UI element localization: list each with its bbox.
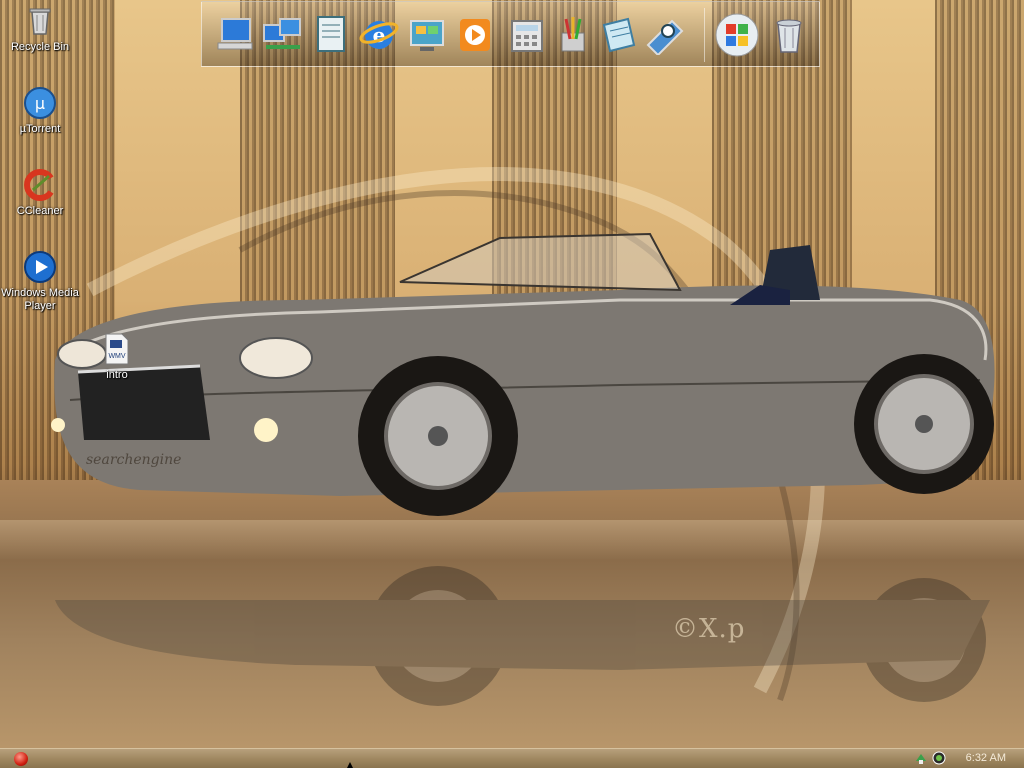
wmv-file-icon: WMV <box>105 333 129 365</box>
calculator-icon <box>511 20 543 52</box>
dock-item-search[interactable] <box>642 12 688 58</box>
dock-item-internet-explorer[interactable]: e <box>356 12 402 58</box>
desktop-icon-label: CCleaner <box>16 205 64 217</box>
windows-media-player-icon <box>24 251 56 283</box>
desktop-icon-utorrent[interactable]: µ µTorrent <box>1 86 79 136</box>
trash-icon <box>776 19 802 53</box>
file-type-badge: WMV <box>108 353 125 360</box>
computer-icon <box>217 18 253 50</box>
network-icon <box>263 18 301 49</box>
ccleaner-icon <box>24 169 54 201</box>
dock-item-paint[interactable] <box>550 12 596 58</box>
desktop-icon-label: intro <box>106 369 128 381</box>
wallpaper-plate-text: searchengine <box>86 452 182 468</box>
dock-item-my-computer[interactable] <box>212 12 258 58</box>
media-player-icon <box>460 19 490 51</box>
desktop-icon-label: µTorrent <box>19 123 61 135</box>
network-tray-icon[interactable] <box>914 751 928 765</box>
desktop-icon-ccleaner[interactable]: CCleaner <box>1 168 79 218</box>
dock-item-recycle-bin[interactable] <box>766 12 812 58</box>
windows-logo-icon <box>715 13 759 57</box>
desktop-icon-intro-file[interactable]: WMV intro <box>78 332 156 382</box>
paint-icon <box>561 17 585 52</box>
taskbar-clock[interactable]: 6:32 AM <box>966 752 1006 764</box>
desktop-icon-windows-media-player[interactable]: Windows Media Player <box>1 250 79 313</box>
documents-icon <box>317 16 345 52</box>
svg-text:µ: µ <box>35 94 45 113</box>
recycle-bin-icon <box>29 8 51 35</box>
desktop-icon-label: Windows Media Player <box>1 287 79 312</box>
dock-item-start[interactable] <box>714 12 760 58</box>
control-panel-icon <box>410 20 444 51</box>
search-icon <box>646 19 684 55</box>
desktop-icon-label: Recycle Bin <box>10 41 70 53</box>
notepad-icon <box>602 17 636 53</box>
start-orb-icon[interactable] <box>14 752 28 766</box>
top-dock: e <box>201 1 820 67</box>
taskbar: 6:32 AM <box>0 748 1024 768</box>
dock-item-notepad[interactable] <box>596 12 642 58</box>
dock-item-calculator[interactable] <box>504 12 550 58</box>
mouse-cursor <box>347 762 353 768</box>
dock-separator <box>704 8 705 62</box>
dock-item-control-panel[interactable] <box>404 12 450 58</box>
utorrent-tray-icon[interactable] <box>932 751 946 765</box>
dock-item-network[interactable] <box>260 12 306 58</box>
wallpaper-watermark: ©X.p <box>672 614 746 644</box>
dock-item-media-player[interactable] <box>452 12 498 58</box>
system-tray: 6:32 AM <box>906 749 1024 768</box>
internet-explorer-icon: e <box>359 21 399 49</box>
desktop-icon-recycle-bin[interactable]: Recycle Bin <box>1 4 79 54</box>
utorrent-icon: µ <box>24 87 56 119</box>
dock-item-documents[interactable] <box>308 12 354 58</box>
